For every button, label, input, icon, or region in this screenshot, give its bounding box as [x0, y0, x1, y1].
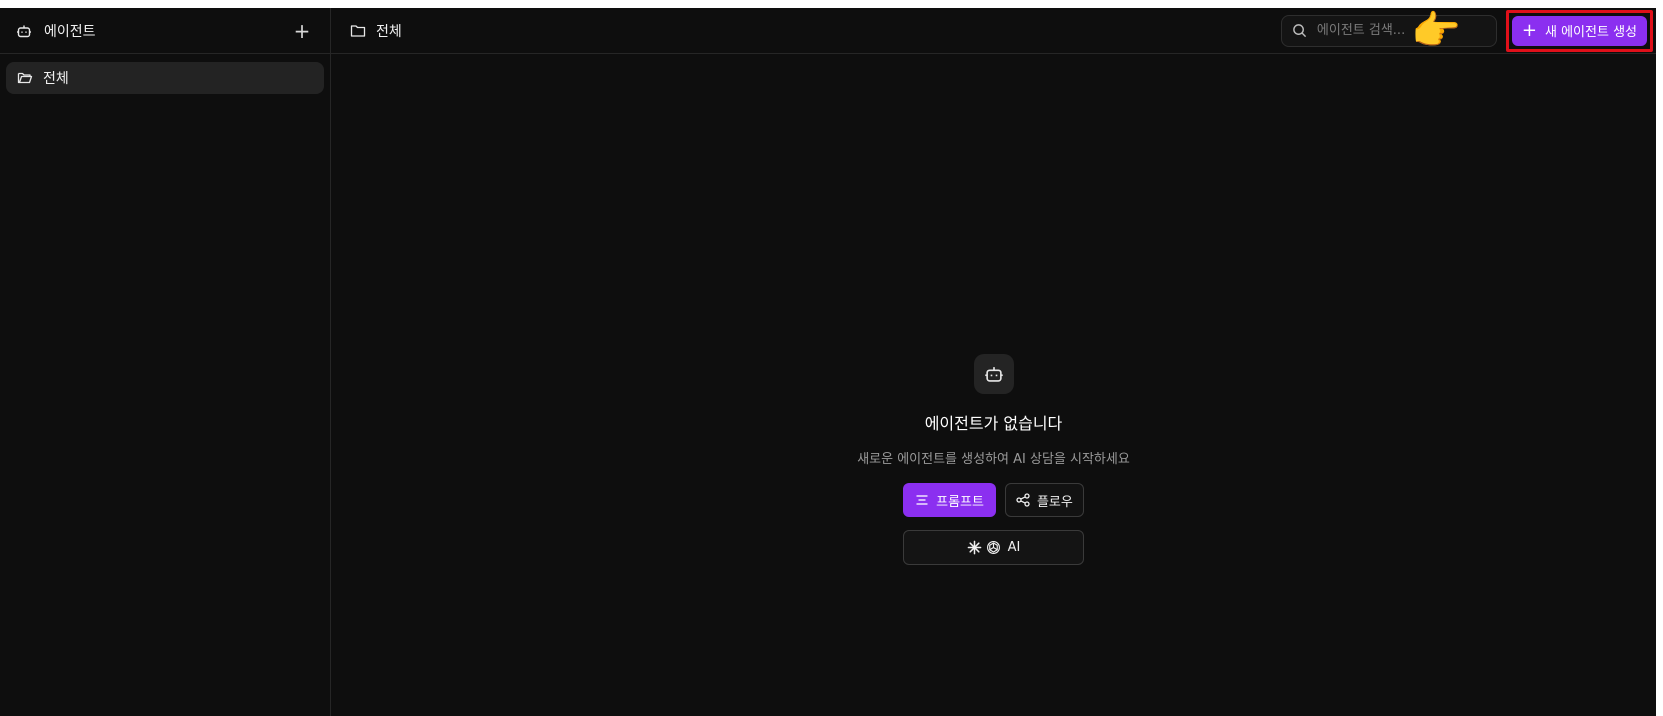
sidebar-item-label: 전체 [43, 71, 69, 87]
sparkle-icon [967, 540, 982, 555]
add-folder-button[interactable]: + [290, 19, 314, 43]
ai-label: AI [1007, 540, 1021, 555]
sidebar-header: 에이전트 + [0, 8, 330, 54]
prompt-button[interactable]: 프롬프트 [903, 483, 996, 517]
highlight-frame: + 새 에이전트 생성 [1505, 9, 1653, 52]
flow-label: 플로우 [1036, 494, 1073, 510]
empty-state-icon-box [973, 354, 1014, 394]
sidebar: 에이전트 + 전체 [0, 8, 331, 716]
robot-icon [16, 23, 32, 39]
folder-open-icon [17, 70, 33, 86]
search-box[interactable] [1280, 14, 1497, 47]
text-lines-icon [915, 493, 929, 507]
new-agent-button[interactable]: + 새 에이전트 생성 [1511, 15, 1647, 46]
ai-button[interactable]: AI [903, 530, 1084, 565]
main-panel: 전체 + 새 에이전트 생성 👉 [331, 8, 1656, 716]
folder-icon [350, 23, 366, 39]
breadcrumb-label: 전체 [376, 23, 402, 40]
plus-icon: + [1521, 19, 1537, 41]
breadcrumb: 전체 [350, 21, 1281, 41]
app-window: 에이전트 + 전체 전체 에이전트 검색... + 새 에이전트 생성 👉 에이… [0, 8, 1656, 716]
topbar: 전체 + 새 에이전트 생성 👉 [331, 8, 1656, 54]
create-options-row: 프롬프트 플로우 [903, 483, 1084, 517]
prompt-label: 프롬프트 [936, 494, 984, 510]
sidebar-item-all[interactable]: 전체 [6, 62, 324, 94]
robot-icon [984, 364, 1004, 384]
flow-button[interactable]: 플로우 [1004, 483, 1084, 517]
sidebar-title: 에이전트 [44, 23, 96, 40]
empty-state: 에이전트가 없습니다 새로운 에이전트를 생성하여 AI 상담을 시작하세요 프… [331, 354, 1656, 565]
empty-state-subtext: 새로운 에이전트를 생성하여 AI 상담을 시작하세요 [857, 452, 1130, 467]
folder-list: 전체 [0, 54, 330, 102]
openai-icon [986, 540, 1001, 555]
empty-state-heading: 에이전트가 없습니다 [924, 414, 1063, 433]
search-icon [1292, 23, 1307, 38]
search-input[interactable] [1314, 22, 1469, 39]
share-nodes-icon [1016, 493, 1030, 507]
new-agent-label: 새 에이전트 생성 [1545, 25, 1637, 40]
